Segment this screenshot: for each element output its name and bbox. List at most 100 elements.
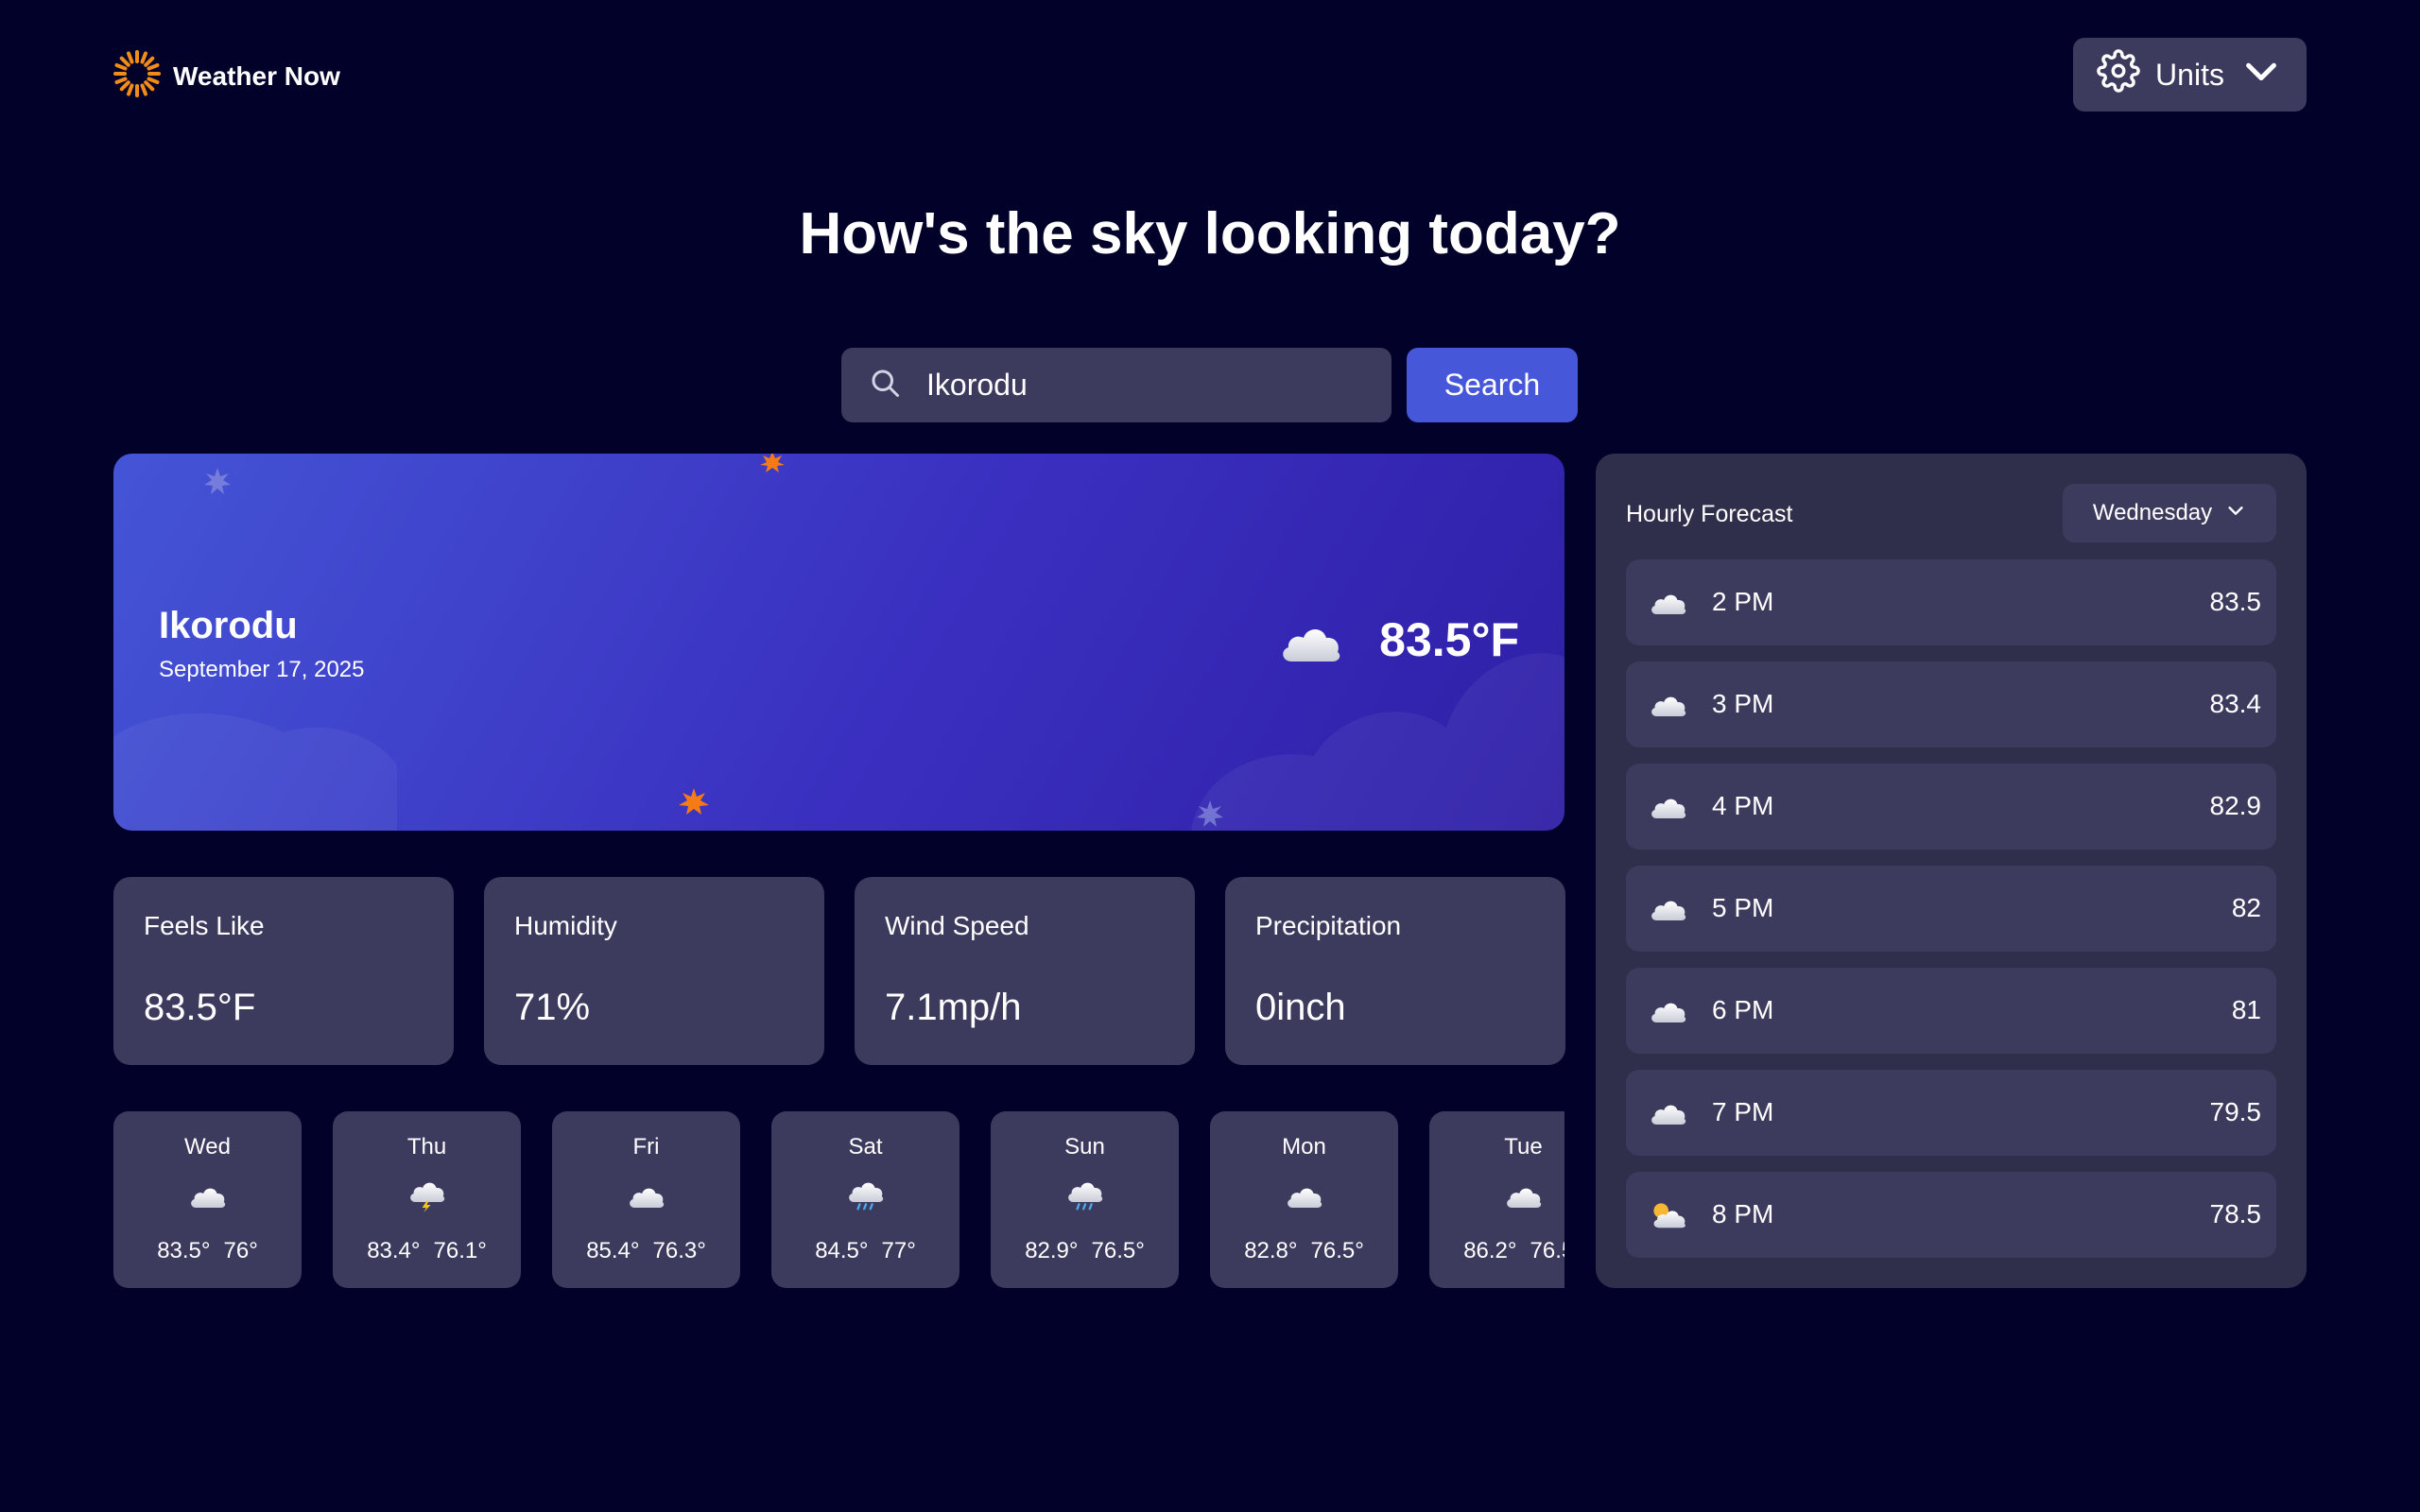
cloud-icon (1649, 1096, 1688, 1130)
wind-speed-card: Wind Speed 7.1mp/h (855, 877, 1195, 1065)
low-temp: 76.5° (1091, 1238, 1145, 1263)
current-date: September 17, 2025 (159, 657, 365, 682)
app-logo[interactable]: Weather Now (112, 49, 340, 103)
hour-temp: 82.9 (2209, 791, 2262, 820)
selected-day: Wednesday (2092, 500, 2213, 525)
cloud-icon (1285, 1179, 1324, 1213)
day-name: Thu (406, 1134, 447, 1160)
low-temp: 76.1° (433, 1238, 487, 1263)
hourly-row: 8 PM 78.5 (1626, 1172, 2276, 1258)
stat-label: Feels Like (144, 911, 265, 940)
hour-time: 8 PM (1712, 1199, 1774, 1228)
daily-card-fri[interactable]: Fri 85.4° 76.3° (552, 1111, 740, 1288)
day-temps: 82.9° 76.5° (991, 1238, 1179, 1264)
hourly-forecast-panel: Hourly Forecast Wednesday 2 PM 83.5 3 PM… (1596, 454, 2307, 1288)
day-name: Mon (1282, 1134, 1326, 1160)
page-headline: How's the sky looking today? (799, 201, 1621, 266)
thunderstorm-icon (407, 1179, 447, 1213)
daily-card-sat[interactable]: Sat 84.5° 77° (771, 1111, 959, 1288)
humidity-card: Humidity 71% (484, 877, 824, 1065)
day-select-dropdown[interactable]: Wednesday (2063, 484, 2276, 542)
stat-label: Humidity (514, 911, 617, 940)
search-icon (841, 366, 902, 404)
day-name: Wed (184, 1134, 231, 1160)
current-weather-card: Ikorodu September 17, 2025 83.5°F (113, 454, 1564, 831)
stat-value: 7.1mp/h (885, 987, 1022, 1028)
gear-icon (2097, 49, 2140, 100)
rain-cloud-icon (1065, 1179, 1105, 1213)
day-name: Tue (1504, 1134, 1543, 1160)
day-temps: 83.4° 76.1° (333, 1238, 521, 1264)
hourly-row: 5 PM 82 (1626, 866, 2276, 952)
cloud-icon (1278, 616, 1344, 669)
hourly-row: 2 PM 83.5 (1626, 559, 2276, 645)
cloud-icon (627, 1179, 666, 1213)
low-temp: 76.5° (1530, 1238, 1565, 1263)
high-temp: 82.8° (1244, 1238, 1298, 1263)
high-temp: 84.5° (815, 1238, 869, 1263)
day-temps: 85.4° 76.3° (552, 1238, 740, 1264)
low-temp: 76° (223, 1238, 258, 1263)
high-temp: 82.9° (1025, 1238, 1079, 1263)
low-temp: 76.3° (652, 1238, 706, 1263)
cloud-icon (1649, 790, 1688, 824)
stat-value: 83.5°F (144, 987, 256, 1028)
hourly-row: 7 PM 79.5 (1626, 1070, 2276, 1156)
hourly-row: 4 PM 82.9 (1626, 764, 2276, 850)
chevron-down-icon (2239, 49, 2283, 100)
hour-time: 7 PM (1712, 1097, 1774, 1126)
hour-temp: 79.5 (2209, 1097, 2262, 1126)
hour-time: 2 PM (1712, 587, 1774, 616)
hour-time: 3 PM (1712, 689, 1774, 718)
day-name: Sun (1064, 1134, 1105, 1160)
units-dropdown-button[interactable]: Units (2073, 38, 2307, 112)
cloud-icon (1649, 994, 1688, 1028)
high-temp: 83.4° (367, 1238, 421, 1263)
stat-label: Precipitation (1255, 911, 1402, 940)
search-box[interactable] (841, 348, 1392, 422)
hour-temp: 81 (2231, 995, 2261, 1024)
app-name: Weather Now (173, 60, 340, 91)
day-name: Sat (848, 1134, 883, 1160)
cloud-icon (1649, 688, 1688, 722)
stat-label: Wind Speed (885, 911, 1029, 940)
partly-cloudy-icon (1649, 1198, 1688, 1232)
daily-forecast: Wed 83.5° 76° Thu 83.4° 76.1° Fri 85.4° 76.… (113, 1111, 1564, 1288)
sun-logo-icon (112, 49, 162, 103)
day-temps: 86.2° 76.5° (1429, 1238, 1564, 1264)
rain-cloud-icon (846, 1179, 886, 1213)
daily-card-thu[interactable]: Thu 83.4° 76.1° (333, 1111, 521, 1288)
hero-background-decoration (113, 454, 1564, 831)
hour-temp: 83.5 (2209, 587, 2262, 616)
low-temp: 77° (881, 1238, 916, 1263)
high-temp: 86.2° (1463, 1238, 1517, 1263)
chevron-down-icon (2225, 500, 2246, 527)
stat-value: 0inch (1255, 987, 1346, 1028)
cloud-icon (1649, 586, 1688, 620)
precipitation-card: Precipitation 0inch (1225, 877, 1565, 1065)
hour-time: 4 PM (1712, 791, 1774, 820)
day-name: Fri (632, 1134, 660, 1160)
stat-value: 71% (514, 987, 591, 1028)
daily-card-sun[interactable]: Sun 82.9° 76.5° (991, 1111, 1179, 1288)
daily-card-mon[interactable]: Mon 82.8° 76.5° (1210, 1111, 1398, 1288)
cloud-icon (188, 1179, 228, 1213)
current-city: Ikorodu (159, 605, 298, 646)
hourly-title: Hourly Forecast (1626, 501, 1793, 527)
hourly-row: 3 PM 83.4 (1626, 662, 2276, 747)
search-input[interactable] (925, 367, 1382, 404)
daily-card-tue[interactable]: Tue 86.2° 76.5° (1429, 1111, 1564, 1288)
day-temps: 82.8° 76.5° (1210, 1238, 1398, 1264)
low-temp: 76.5° (1310, 1238, 1364, 1263)
cloud-icon (1504, 1179, 1544, 1213)
current-temperature: 83.5°F (1379, 613, 1519, 666)
hour-temp: 78.5 (2209, 1199, 2262, 1228)
cloud-icon (1649, 892, 1688, 926)
day-temps: 84.5° 77° (771, 1238, 959, 1264)
units-label: Units (2155, 57, 2224, 92)
hour-temp: 82 (2231, 893, 2261, 922)
high-temp: 85.4° (586, 1238, 640, 1263)
hour-temp: 83.4 (2209, 689, 2262, 718)
daily-card-wed[interactable]: Wed 83.5° 76° (113, 1111, 302, 1288)
search-button[interactable]: Search (1407, 348, 1578, 422)
